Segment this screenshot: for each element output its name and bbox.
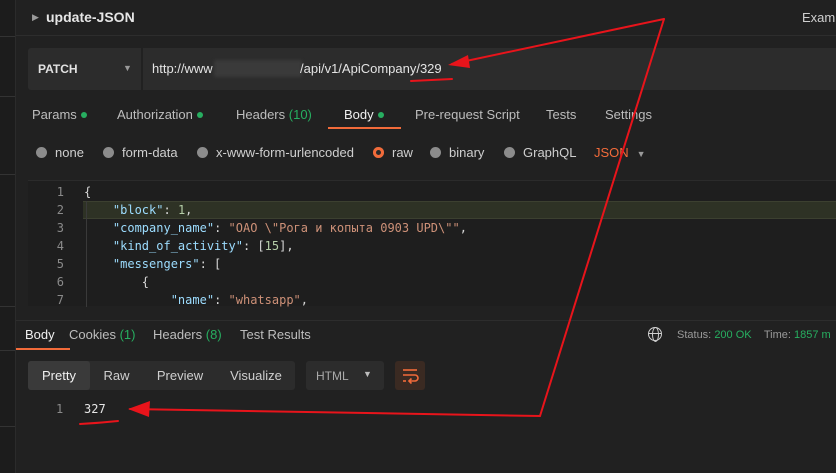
radio-raw[interactable]: raw xyxy=(373,145,413,160)
line-number: 7 xyxy=(56,293,64,307)
tab-pre-request-script[interactable]: Pre-request Script xyxy=(415,107,520,122)
radio-icon xyxy=(430,147,441,158)
sidebar-divider xyxy=(0,350,15,351)
radio-icon xyxy=(103,147,114,158)
radio-none[interactable]: none xyxy=(36,145,84,160)
annotation-arrow-line xyxy=(129,408,541,417)
radio-binary[interactable]: binary xyxy=(430,145,484,160)
radio-icon xyxy=(197,147,208,158)
active-tab-indicator xyxy=(16,348,70,350)
code-line: "block": 1, xyxy=(112,203,193,217)
tab-settings[interactable]: Settings xyxy=(605,107,652,122)
response-body-value: 327 xyxy=(84,402,106,416)
examples-link[interactable]: Examp xyxy=(802,10,836,25)
response-view-modes: Pretty Raw Preview Visualize xyxy=(28,361,295,390)
redacted-host xyxy=(214,60,302,77)
time-value: 1857 m xyxy=(794,329,831,341)
sidebar-divider xyxy=(0,36,15,37)
code-line: "messengers": [ xyxy=(112,257,222,271)
response-divider[interactable] xyxy=(16,320,836,321)
current-line-highlight xyxy=(83,201,836,219)
resp-tab-headers[interactable]: Headers (8) xyxy=(153,327,222,342)
code-line: { xyxy=(84,185,92,199)
collapse-caret-icon[interactable]: ▶ xyxy=(32,12,39,23)
request-tabs: Params Authorization Headers (10) Body P… xyxy=(16,100,836,130)
response-tabs: Body Cookies (1) Headers (8) Test Result… xyxy=(16,322,836,350)
wrap-lines-button[interactable] xyxy=(395,361,425,390)
resp-tab-test-results[interactable]: Test Results xyxy=(240,327,311,342)
radio-icon xyxy=(504,147,515,158)
status-dot-icon xyxy=(196,112,203,118)
line-number: 3 xyxy=(56,221,64,235)
annotation-underline xyxy=(79,420,119,425)
sidebar-divider xyxy=(0,96,15,97)
response-line-number: 1 xyxy=(56,402,64,416)
status-dot-icon xyxy=(377,112,384,118)
sidebar-divider xyxy=(0,426,15,427)
code-line: "kind_of_activity": [15], xyxy=(112,239,294,253)
body-editor[interactable]: 1 2 3 4 5 6 7 { "block": 1, "company_nam… xyxy=(28,180,836,307)
format-label: HTML xyxy=(316,369,349,383)
tab-authorization[interactable]: Authorization xyxy=(117,107,203,122)
chevron-down-icon: ▼ xyxy=(363,369,372,379)
code-line: "name": "whatsapp", xyxy=(170,293,308,307)
sidebar-divider xyxy=(0,306,15,307)
radio-selected-icon xyxy=(373,147,384,158)
line-number: 5 xyxy=(56,257,64,271)
annotation-arrowhead xyxy=(128,401,150,417)
response-format-select[interactable]: HTML ▼ xyxy=(306,361,384,390)
tab-body[interactable]: Body xyxy=(344,107,384,122)
line-number: 1 xyxy=(56,185,64,199)
url-path: /api/v1/ApiCompany/329 xyxy=(300,61,442,76)
tab-tests[interactable]: Tests xyxy=(546,107,576,122)
code-line: "company_name": "ОАО \"Рога и копыта 090… xyxy=(112,221,467,235)
chevron-down-icon: ▼ xyxy=(636,149,646,159)
method-label: PATCH xyxy=(38,62,78,76)
view-pretty-button[interactable]: Pretty xyxy=(28,361,90,390)
status-value: 200 OK xyxy=(714,329,752,341)
radio-form-data[interactable]: form-data xyxy=(103,145,178,160)
view-visualize-button[interactable]: Visualize xyxy=(220,361,292,390)
wrap-icon xyxy=(403,369,419,385)
format-select[interactable]: JSON ▼ xyxy=(594,145,646,160)
chevron-down-icon: ▼ xyxy=(123,63,132,73)
status-dot-icon xyxy=(80,112,87,118)
request-url-row: PATCH ▼ http://www /api/v1/ApiCompany/32… xyxy=(28,48,836,90)
view-raw-button[interactable]: Raw xyxy=(94,361,139,390)
radio-graphql[interactable]: GraphQL xyxy=(504,145,576,160)
globe-icon[interactable] xyxy=(648,327,662,342)
tab-params[interactable]: Params xyxy=(32,107,87,122)
request-name[interactable]: update-JSON xyxy=(46,9,135,25)
radio-icon xyxy=(36,147,47,158)
url-input[interactable]: http://www /api/v1/ApiCompany/329 xyxy=(143,48,836,90)
response-status: Status: 200 OK Time: 1857 m xyxy=(677,329,831,341)
view-preview-button[interactable]: Preview xyxy=(145,361,215,390)
line-number: 6 xyxy=(56,275,64,289)
request-title-bar: ▶ update-JSON Examp xyxy=(16,0,836,36)
line-number: 2 xyxy=(56,203,64,217)
body-type-options: none form-data x-www-form-urlencoded raw… xyxy=(16,140,836,164)
method-select[interactable]: PATCH ▼ xyxy=(28,48,141,90)
radio-urlencoded[interactable]: x-www-form-urlencoded xyxy=(197,145,354,160)
active-tab-indicator xyxy=(328,127,401,129)
line-number: 4 xyxy=(56,239,64,253)
tab-headers[interactable]: Headers (10) xyxy=(236,107,312,122)
sidebar-divider xyxy=(0,174,15,175)
code-line: { xyxy=(84,275,150,289)
url-prefix: http://www xyxy=(152,61,213,76)
left-sidebar-strip xyxy=(0,0,16,473)
resp-tab-cookies[interactable]: Cookies (1) xyxy=(69,327,135,342)
resp-tab-body[interactable]: Body xyxy=(25,327,55,342)
